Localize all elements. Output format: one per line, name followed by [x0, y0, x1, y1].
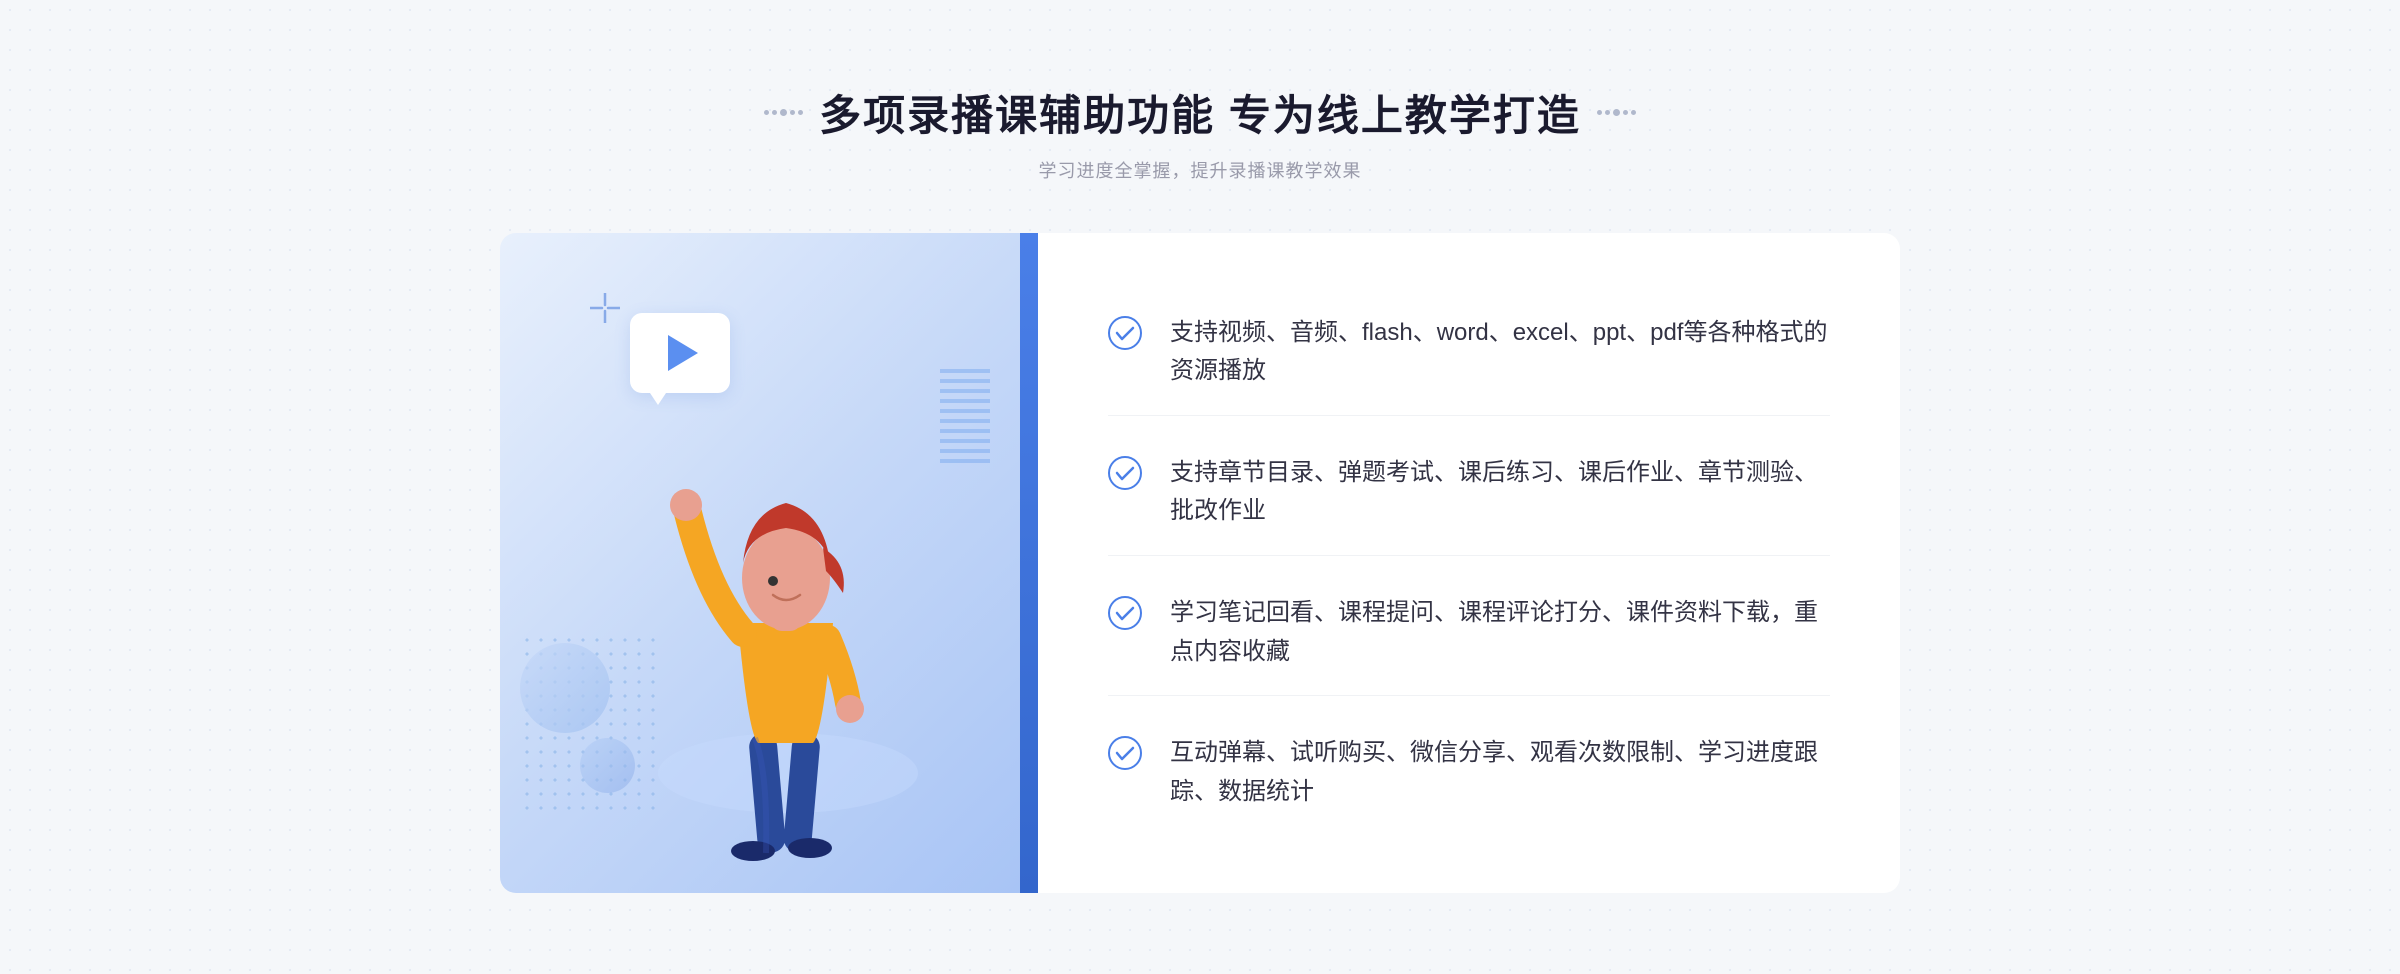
check-icon-3 [1108, 596, 1142, 630]
feature-text-3: 学习笔记回看、课程提问、课程评论打分、课件资料下载，重点内容收藏 [1170, 594, 1830, 671]
feature-item-1: 支持视频、音频、flash、word、excel、ppt、pdf等各种格式的资源… [1108, 290, 1830, 416]
play-triangle-icon [668, 335, 698, 371]
feature-text-1: 支持视频、音频、flash、word、excel、ppt、pdf等各种格式的资源… [1170, 314, 1830, 391]
stripes-deco [940, 363, 990, 463]
check-icon-2 [1108, 456, 1142, 490]
sparkle-deco [590, 293, 620, 328]
illustration-panel [500, 233, 1020, 893]
deco-circle-2 [580, 738, 635, 793]
deco-dots-left [764, 109, 803, 116]
blue-divider-bar [1020, 233, 1038, 893]
feature-item-2: 支持章节目录、弹题考试、课后练习、课后作业、章节测验、批改作业 [1108, 430, 1830, 556]
deco-circle-1 [520, 643, 610, 733]
main-title: 多项录播课辅助功能 专为线上教学打造 [819, 82, 1581, 143]
check-icon-4 [1108, 736, 1142, 770]
play-bubble [630, 313, 730, 393]
features-panel: 支持视频、音频、flash、word、excel、ppt、pdf等各种格式的资源… [1038, 233, 1900, 893]
check-icon-1 [1108, 316, 1142, 350]
feature-item-4: 互动弹幕、试听购买、微信分享、观看次数限制、学习进度跟踪、数据统计 [1108, 710, 1830, 835]
header-section: 多项录播课辅助功能 专为线上教学打造 学习进度全掌握，提升录播课教学效果 [764, 82, 1636, 183]
header-title-row: 多项录播课辅助功能 专为线上教学打造 [764, 82, 1636, 143]
feature-text-4: 互动弹幕、试听购买、微信分享、观看次数限制、学习进度跟踪、数据统计 [1170, 734, 1830, 811]
page-wrapper: » 多项录播课辅助功能 专为线上教学打造 学习进度全掌握，提升录播课教学效果 [0, 0, 2400, 974]
content-section: 支持视频、音频、flash、word、excel、ppt、pdf等各种格式的资源… [500, 233, 1900, 893]
feature-item-3: 学习笔记回看、课程提问、课程评论打分、课件资料下载，重点内容收藏 [1108, 570, 1830, 696]
subtitle: 学习进度全掌握，提升录播课教学效果 [764, 157, 1636, 183]
feature-text-2: 支持章节目录、弹题考试、课后练习、课后作业、章节测验、批改作业 [1170, 454, 1830, 531]
person-illustration [648, 393, 928, 893]
deco-dots-right [1597, 109, 1636, 116]
